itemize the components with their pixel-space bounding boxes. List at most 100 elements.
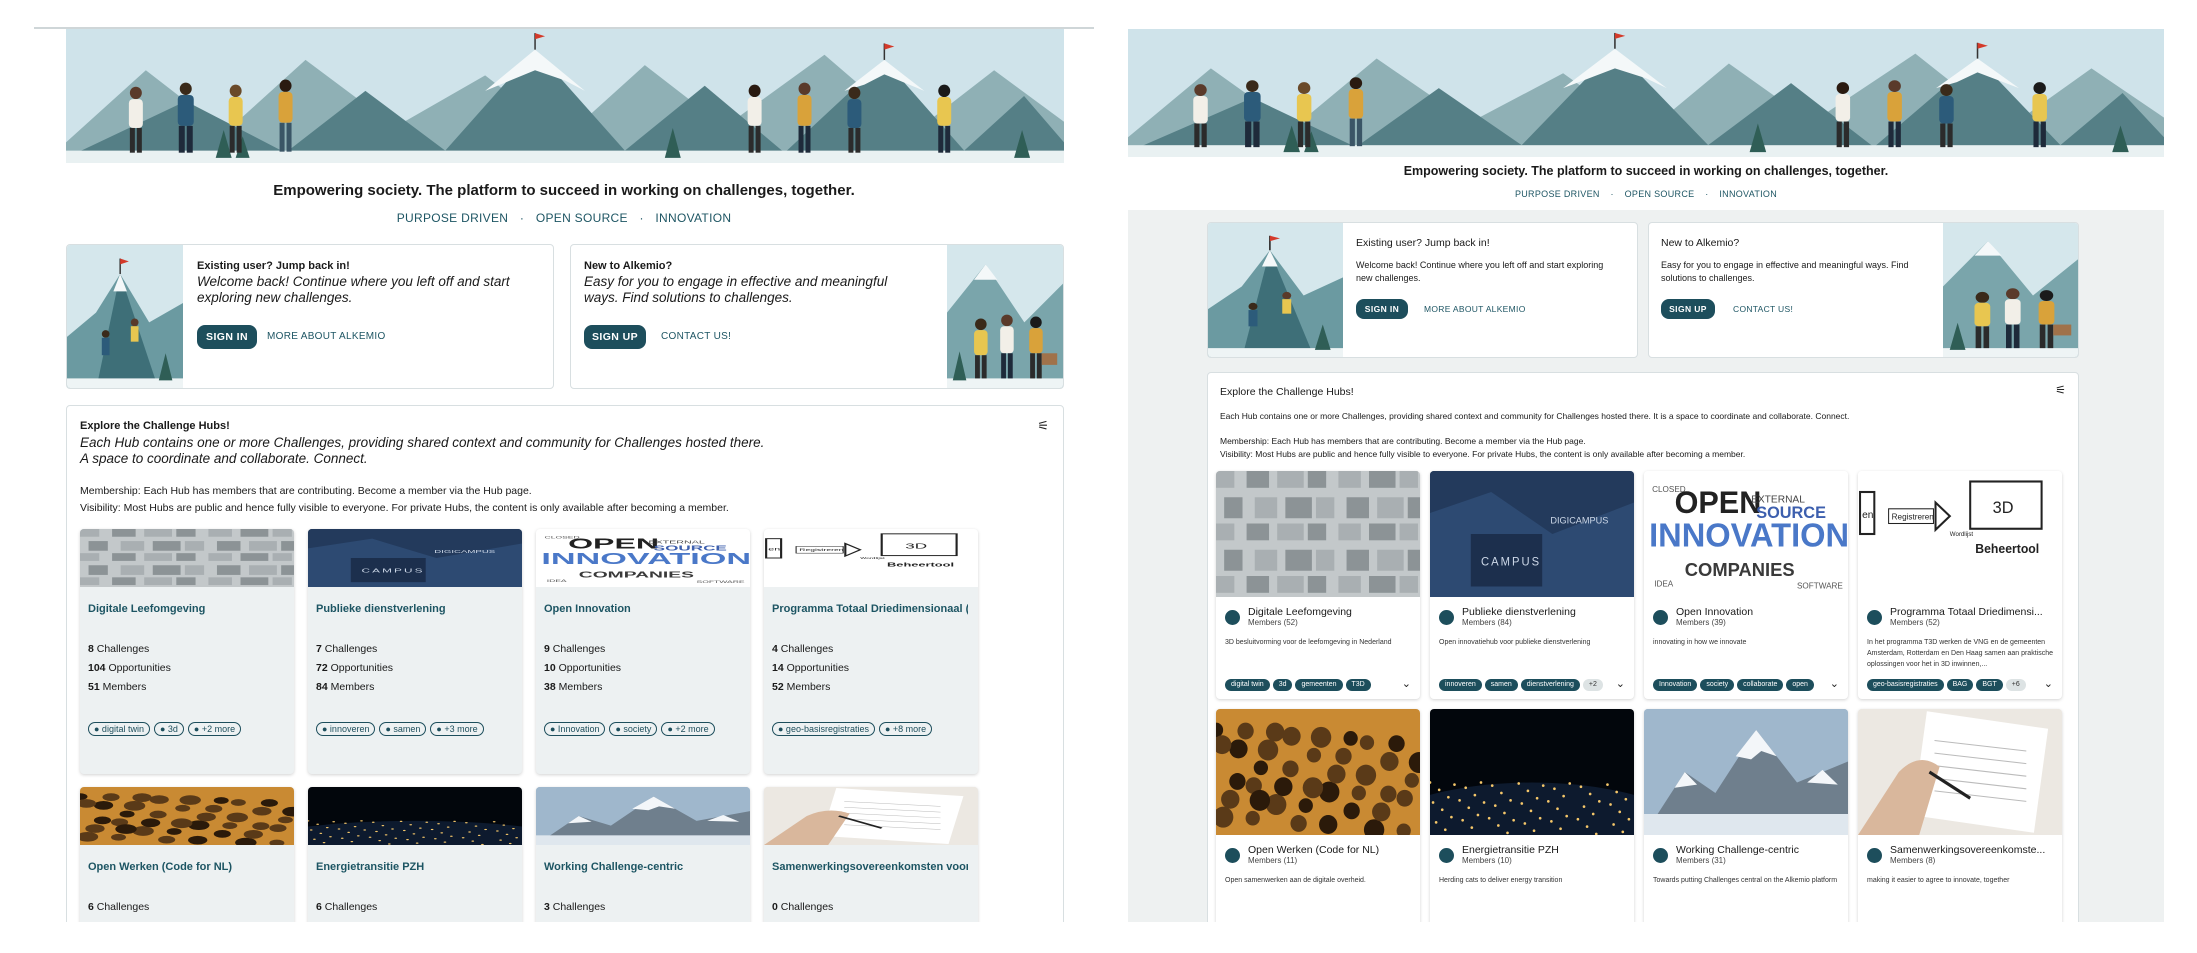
- expand-chevron-icon[interactable]: ⌄: [1402, 915, 1411, 922]
- hub-tag[interactable]: Innovation: [1653, 679, 1698, 691]
- pillar-purpose: PURPOSE DRIVEN: [1514, 189, 1600, 199]
- hub-tag[interactable]: society: [1700, 679, 1735, 691]
- hub-tag[interactable]: 3d: [1272, 679, 1293, 691]
- hub-name: Open Werken (Code for NL): [88, 861, 233, 873]
- filter-icon[interactable]: ⚟: [2055, 383, 2066, 397]
- more-about-alkemio-link[interactable]: MORE ABOUT ALKEMIO: [1424, 304, 1526, 314]
- expand-chevron-icon[interactable]: ⌄: [1616, 915, 1625, 922]
- hub-tag[interactable]: samen: [1484, 679, 1518, 691]
- hub-avatar: [1439, 848, 1454, 863]
- hub-avatar: [1225, 848, 1240, 863]
- hub-card[interactable]: Digitale Leefomgeving 8 Challenges 104 Opp…: [80, 529, 294, 774]
- contact-us-link[interactable]: CONTACT US!: [661, 331, 731, 342]
- hub-name: Working Challenge-centric: [1676, 844, 1799, 856]
- hub-tag[interactable]: collaborate: [1737, 679, 1784, 691]
- pillar-sep: ·: [1705, 189, 1709, 199]
- filter-icon[interactable]: ⚟: [1037, 418, 1049, 434]
- hub-tag[interactable]: digital twin: [1225, 679, 1270, 691]
- expand-chevron-icon[interactable]: ⌄: [1402, 677, 1411, 690]
- hub-tag[interactable]: gemeenten: [1295, 679, 1343, 691]
- hub-avatar: [1867, 610, 1882, 625]
- svg-text:SOFTWARE: SOFTWARE: [1797, 581, 1843, 590]
- hub-challenges: 7 Challenges: [316, 643, 378, 655]
- hub-tag[interactable]: open: [1786, 679, 1814, 691]
- hub-card[interactable]: Samenwerkingsovereenkomsten voor I... 0 C…: [764, 787, 978, 922]
- hub-tag[interactable]: innoveren: [1439, 679, 1482, 691]
- hub-card[interactable]: en Registreren 3D Beheertool Wordlijst Progra…: [1858, 471, 2062, 699]
- hub-name: Samenwerkingsovereenkomsten voor I...: [772, 861, 968, 873]
- hub-card[interactable]: en Registreren 3D Beheertool Wordlijst Progra…: [764, 529, 978, 774]
- hub-banner-image: en Registreren 3D Beheertool Wordlijst: [764, 529, 978, 587]
- hub-description: 3D besluitvorming voor de leefomgeving i…: [1225, 639, 1392, 646]
- hub-tag[interactable]: +2: [1582, 679, 1603, 691]
- svg-text:Registreren: Registreren: [799, 548, 844, 552]
- svg-text:en: en: [1862, 510, 1874, 521]
- hub-tags: digital twin 3d gemeenten T3D: [1225, 679, 1374, 691]
- hub-tag[interactable]: ● +3 more: [430, 722, 484, 736]
- hub-card[interactable]: Working Challenge-centric Members (31) Tow…: [1644, 709, 1848, 922]
- hub-card[interactable]: Open Werken (Code for NL) 6 Challenges: [80, 787, 294, 922]
- hub-tag[interactable]: ● 3d: [153, 722, 184, 736]
- hub-tag[interactable]: ● society: [609, 722, 658, 736]
- hub-name: Working Challenge-centric: [544, 861, 684, 873]
- hub-card[interactable]: OPEN EXTERNAL SOURCE INNOVATION COMPANIES CLO…: [1644, 471, 1848, 699]
- expand-chevron-icon[interactable]: ⌄: [2044, 915, 2053, 922]
- hub-card[interactable]: Working Challenge-centric 3 Challenges: [536, 787, 750, 922]
- hub-card[interactable]: OPEN EXTERNAL SOURCE INNOVATION COMPANIES CLO…: [536, 529, 750, 774]
- hub-tag[interactable]: ● geo-basisregistraties: [772, 722, 875, 736]
- hub-card[interactable]: Energietransitie PZH 6 Challenges: [308, 787, 522, 922]
- hub-card[interactable]: Energietransitie PZH Members (10) Herding …: [1430, 709, 1634, 922]
- svg-text:Wordlijst: Wordlijst: [860, 557, 885, 560]
- existing-user-card: Existing user? Jump back in! Welcome bac…: [1207, 222, 1638, 358]
- hub-avatar: [1439, 610, 1454, 625]
- explore-intro: Each Hub contains one or more Challenges…: [1220, 411, 1850, 421]
- existing-user-title: Existing user? Jump back in!: [197, 260, 350, 272]
- hub-banner-image: OPEN EXTERNAL SOURCE INNOVATION COMPANIES CLO…: [1644, 471, 1848, 597]
- visibility-text: Visibility: Most Hubs are public and hen…: [80, 502, 729, 514]
- expand-chevron-icon[interactable]: ⌄: [1830, 677, 1839, 690]
- sign-up-button[interactable]: SIGN UP: [584, 325, 646, 349]
- hub-avatar: [1653, 610, 1668, 625]
- hub-members: 52 Members: [772, 681, 831, 693]
- sign-in-button[interactable]: SIGN IN: [197, 325, 257, 349]
- hub-tag[interactable]: ● +2 more: [661, 722, 715, 736]
- hub-tag[interactable]: dienstverlening: [1520, 679, 1580, 691]
- hub-tag[interactable]: +6: [2005, 679, 2026, 691]
- contact-us-link[interactable]: CONTACT US!: [1733, 304, 1793, 314]
- climber-illustration: [1208, 223, 1343, 357]
- expand-chevron-icon[interactable]: ⌄: [1616, 677, 1625, 690]
- more-about-alkemio-link[interactable]: MORE ABOUT ALKEMIO: [267, 331, 386, 342]
- visibility-text: Visibility: Most Hubs are public and hen…: [1220, 449, 1746, 459]
- hub-banner-image: [1216, 709, 1420, 835]
- existing-user-text: Welcome back! Continue where you left of…: [1356, 260, 1604, 283]
- expand-chevron-icon[interactable]: ⌄: [1830, 915, 1839, 922]
- hub-tag[interactable]: ● samen: [379, 722, 427, 736]
- svg-text:Beheertool: Beheertool: [887, 562, 954, 568]
- hub-card[interactable]: CAMPUS DIGICAMPUS Publieke dienstverlening…: [308, 529, 522, 774]
- hub-card[interactable]: Digitale Leefomgeving Members (52) 3D besl…: [1216, 471, 1420, 699]
- hub-tag[interactable]: T3D: [1345, 679, 1371, 691]
- hub-card[interactable]: CAMPUS DIGICAMPUS Publieke dienstverlening…: [1430, 471, 1634, 699]
- hub-tag[interactable]: geo-basisregistraties: [1867, 679, 1944, 691]
- hub-tag[interactable]: BGT: [1976, 679, 2003, 691]
- hub-tag[interactable]: ● +2 more: [187, 722, 242, 736]
- hub-banner-image: en Registreren 3D Beheertool Wordlijst: [1858, 471, 2062, 597]
- new-user-title: New to Alkemio?: [1661, 237, 1740, 249]
- pillar-links: PURPOSE DRIVEN · OPEN SOURCE · INNOVATIO…: [34, 211, 1094, 225]
- svg-text:3D: 3D: [905, 541, 927, 550]
- hub-tag[interactable]: ● +8 more: [878, 722, 933, 736]
- sign-in-button[interactable]: SIGN IN: [1356, 299, 1408, 319]
- hub-members-count: Members (10): [1462, 856, 1512, 865]
- hub-tag[interactable]: ● digital twin: [88, 722, 150, 736]
- hub-card[interactable]: Samenwerkingsovereenkomste... Members (8)…: [1858, 709, 2062, 922]
- hub-opportunities: 104 Opportunities: [88, 662, 171, 674]
- hub-card[interactable]: Open Werken (Code for NL) Members (11) Ope…: [1216, 709, 1420, 922]
- hub-tag[interactable]: ● Innovation: [544, 722, 606, 736]
- hub-tag[interactable]: ● innoveren: [316, 722, 376, 736]
- hub-banner-image: CAMPUS DIGICAMPUS: [1430, 471, 1634, 597]
- hub-tag[interactable]: BAG: [1946, 679, 1974, 691]
- hero-illustration: [1128, 29, 2164, 157]
- hub-name: Samenwerkingsovereenkomste...: [1890, 844, 2046, 856]
- expand-chevron-icon[interactable]: ⌄: [2044, 677, 2053, 690]
- sign-up-button[interactable]: SIGN UP: [1661, 299, 1715, 319]
